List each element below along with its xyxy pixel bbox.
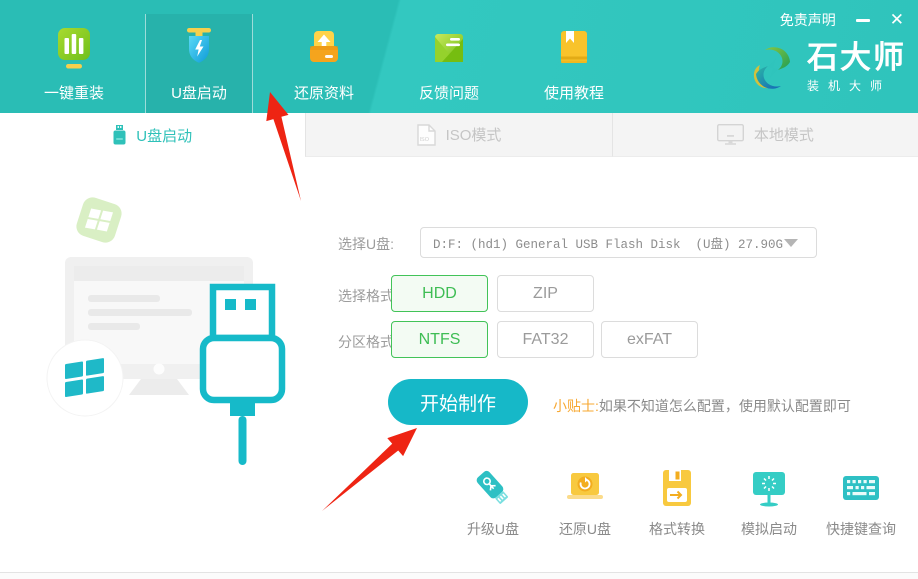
restore-box-icon — [302, 26, 346, 70]
tool-restore-usb[interactable]: 还原U盘 — [539, 466, 631, 539]
tools-row: 升级U盘 还原U盘 格式转换 — [447, 466, 907, 539]
tab-usb-boot[interactable]: U盘启动 — [0, 113, 305, 157]
tip-text: 小贴士:如果不知道怎么配置，使用默认配置即可 — [553, 396, 851, 416]
usb-upgrade-icon — [471, 466, 515, 510]
nav-item-reinstall[interactable]: 一键重装 — [20, 14, 128, 113]
tool-label: 还原U盘 — [559, 519, 611, 539]
logo-text: 石大师 装机大师 — [807, 42, 906, 94]
header: 一键重装 U盘启动 — [0, 0, 918, 113]
svg-text:ISO: ISO — [419, 137, 429, 143]
minimize-icon[interactable] — [856, 19, 870, 22]
chart-icon — [52, 26, 96, 70]
windows-badge-icon — [47, 340, 123, 416]
tool-label: 模拟启动 — [741, 519, 797, 539]
nav-item-label: 反馈问题 — [419, 82, 479, 103]
monitor-icon — [717, 124, 744, 145]
nav-item-label: 还原资料 — [294, 82, 354, 103]
keyboard-icon — [839, 466, 883, 510]
tool-format-convert[interactable]: 格式转换 — [631, 466, 723, 539]
usb-drive-value: D:F: (hd1) General USB Flash Disk (U盘) 2… — [433, 233, 784, 252]
usb-shield-icon — [177, 26, 221, 70]
mail-icon — [427, 26, 471, 70]
partition-label: 分区格式: — [338, 332, 398, 352]
format-option-zip[interactable]: ZIP — [497, 275, 594, 312]
book-icon — [552, 26, 596, 70]
laptop-restore-icon — [563, 466, 607, 510]
tab-local-mode[interactable]: 本地模式 — [612, 113, 918, 157]
usb-computer-illustration — [0, 157, 340, 487]
nav-item-restore-data[interactable]: 还原资料 — [270, 14, 378, 113]
logo-title: 石大师 — [807, 42, 906, 73]
tool-label: 快捷键查询 — [826, 519, 896, 539]
usb-plug-illustration — [203, 287, 282, 465]
windows-chip-icon — [74, 195, 124, 245]
partition-option-exfat[interactable]: exFAT — [601, 321, 698, 358]
tab-label: 本地模式 — [754, 124, 814, 145]
nav-item-feedback[interactable]: 反馈问题 — [395, 14, 503, 113]
nav-item-tutorial[interactable]: 使用教程 — [520, 14, 628, 113]
main-nav: 一键重装 U盘启动 — [20, 14, 645, 113]
tool-label: 升级U盘 — [467, 519, 519, 539]
start-create-button[interactable]: 开始制作 — [388, 379, 528, 425]
iso-file-icon: ISO — [417, 124, 436, 146]
tip-prefix: 小贴士: — [553, 398, 599, 414]
usb-stick-icon — [113, 125, 126, 145]
tab-label: ISO模式 — [446, 124, 502, 145]
tool-upgrade-usb[interactable]: 升级U盘 — [447, 466, 539, 539]
format-option-hdd[interactable]: HDD — [391, 275, 488, 312]
tip-body: 如果不知道怎么配置，使用默认配置即可 — [599, 398, 851, 414]
mode-tabs: U盘启动 ISO ISO模式 本地模式 — [0, 113, 918, 157]
nav-item-label: 一键重装 — [44, 82, 104, 103]
nav-item-label: 使用教程 — [544, 82, 604, 103]
nav-item-usb-boot[interactable]: U盘启动 — [145, 14, 253, 113]
close-icon[interactable]: ✕ — [890, 13, 904, 27]
tool-hotkey-query[interactable]: 快捷键查询 — [815, 466, 907, 539]
floppy-convert-icon — [655, 466, 699, 510]
partition-option-ntfs[interactable]: NTFS — [391, 321, 488, 358]
format-label: 选择格式: — [338, 286, 398, 306]
bottom-divider — [0, 572, 918, 579]
monitor-boot-icon — [747, 466, 791, 510]
app-logo: 石大师 装机大师 — [746, 41, 906, 95]
window-controls: 免责声明 ✕ — [780, 10, 904, 30]
nav-item-label: U盘启动 — [171, 82, 227, 103]
usb-drive-select[interactable]: D:F: (hd1) General USB Flash Disk (U盘) 2… — [420, 227, 817, 258]
logo-subtitle: 装机大师 — [807, 77, 906, 94]
tool-simulate-boot[interactable]: 模拟启动 — [723, 466, 815, 539]
tab-label: U盘启动 — [136, 125, 192, 146]
tool-label: 格式转换 — [649, 519, 705, 539]
logo-swirl-icon — [746, 41, 800, 95]
usb-select-label: 选择U盘: — [338, 234, 394, 254]
disclaimer-link[interactable]: 免责声明 — [780, 10, 836, 30]
chevron-down-icon — [784, 239, 798, 247]
app-window: 一键重装 U盘启动 — [0, 0, 918, 579]
partition-option-fat32[interactable]: FAT32 — [497, 321, 594, 358]
tab-iso-mode[interactable]: ISO ISO模式 — [305, 113, 611, 157]
